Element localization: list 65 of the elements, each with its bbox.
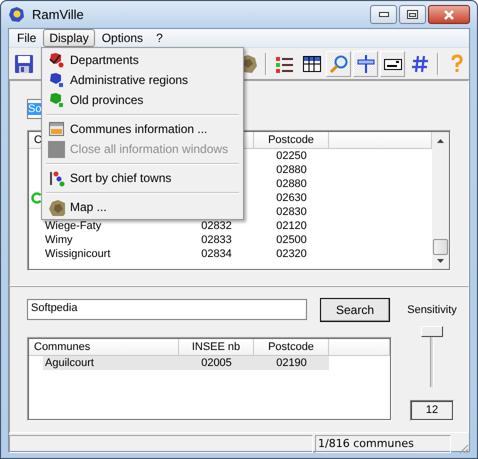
close-icon [443, 10, 455, 20]
column-header: Postcode [254, 339, 329, 356]
menu-item[interactable]: Administrative regions [44, 70, 241, 90]
sensitivity-slider[interactable] [420, 326, 444, 390]
minimize-icon [378, 12, 388, 18]
scroll-thumb[interactable] [433, 239, 448, 255]
slider-label: Sensitivity [407, 304, 457, 316]
search-icon [328, 54, 349, 74]
menu-item[interactable]: Old provinces [44, 90, 241, 110]
minimize-button[interactable] [370, 5, 397, 24]
window-icon [48, 120, 64, 138]
close-button[interactable] [428, 5, 470, 24]
maximize-button[interactable] [399, 5, 426, 24]
table-cell-text: Wiege-Faty [44, 219, 102, 233]
menu-item[interactable]: Display [43, 29, 95, 47]
table-cell-text: Aguilcourt [44, 356, 95, 370]
chief-town-icon [31, 192, 43, 204]
map-square-icon [48, 92, 64, 108]
table-cell-text: Wimy [44, 233, 74, 247]
menu-item[interactable]: Departments [44, 50, 241, 70]
table-cell-text: 02320 [275, 247, 308, 261]
menu-item[interactable]: File [11, 29, 42, 47]
menu-item[interactable]: ? [150, 29, 169, 47]
search-button[interactable]: Search [320, 298, 390, 322]
column-header: Postcode [254, 132, 329, 149]
table-cell-text: 02120 [275, 219, 308, 233]
card-button[interactable] [380, 50, 406, 76]
column-header: Communes [29, 339, 179, 356]
table-cell-text: 02500 [275, 233, 308, 247]
table-cell-text: 02250 [275, 149, 308, 163]
table-cell-text: 02630 [275, 191, 308, 205]
maximize-icon [407, 10, 418, 19]
signpost-button[interactable] [353, 50, 378, 76]
search-button[interactable] [326, 50, 352, 76]
table-cell-text: 02830 [275, 205, 308, 219]
map-check-icon [48, 52, 64, 68]
table-cell-text: 02005 [200, 356, 233, 370]
down-arrow-icon [437, 258, 444, 262]
sort-icon [48, 170, 64, 186]
table-cell-text: 02190 [275, 356, 308, 370]
up-arrow-icon [437, 138, 444, 142]
hash-icon [410, 54, 430, 74]
column-header: INSEE nb [179, 339, 254, 356]
map-icon [48, 198, 64, 216]
menu-item[interactable]: Sort by chief towns [44, 168, 241, 188]
value-box: 12 [410, 400, 454, 421]
table-cell-text: 02880 [275, 163, 308, 177]
table-cell-text: 02832 [200, 219, 233, 233]
table-icon [302, 54, 322, 74]
square-icon [48, 140, 64, 158]
table-cell-text: 02833 [200, 233, 233, 247]
map-square-icon [48, 72, 64, 88]
table-cell-text: 02834 [200, 247, 233, 261]
resize-grip-icon [457, 442, 469, 454]
status-text: 1/816 communes [315, 435, 451, 453]
column-header [329, 339, 390, 356]
search-field[interactable]: Softpedia [27, 299, 307, 320]
table-cell-text: 02880 [275, 177, 308, 191]
signpost-icon [356, 54, 376, 74]
window-title: RamVille [32, 7, 84, 22]
table-cell-text: Wissignicourt [44, 247, 112, 261]
app-icon [8, 6, 26, 24]
menu-item[interactable]: Map ... [44, 197, 241, 217]
selected-row[interactable]: Aguilcourt 02005 02190 [43, 356, 329, 370]
menu-item[interactable]: Options [96, 29, 150, 47]
